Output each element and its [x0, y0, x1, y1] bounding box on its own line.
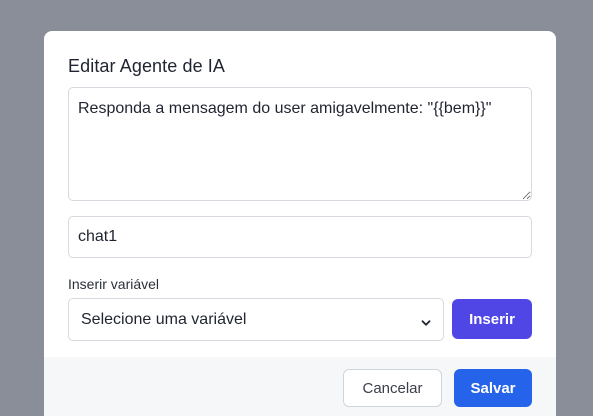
chevron-down-icon: [421, 315, 431, 326]
variable-select[interactable]: Selecione uma variável: [68, 298, 444, 341]
cancel-button[interactable]: Cancelar: [343, 369, 442, 407]
prompt-textarea[interactable]: Responda a mensagem do user amigavelment…: [68, 87, 532, 201]
modal-footer: Cancelar Salvar: [44, 357, 556, 416]
insert-variable-button[interactable]: Inserir: [452, 299, 532, 339]
save-button[interactable]: Salvar: [454, 369, 532, 407]
variable-select-value: Selecione uma variável: [81, 310, 247, 328]
agent-name-input[interactable]: [68, 216, 532, 258]
edit-ai-agent-modal: Editar Agente de IA Responda a mensagem …: [44, 31, 556, 416]
insert-variable-label: Inserir variável: [68, 276, 160, 292]
modal-title: Editar Agente de IA: [68, 56, 226, 76]
